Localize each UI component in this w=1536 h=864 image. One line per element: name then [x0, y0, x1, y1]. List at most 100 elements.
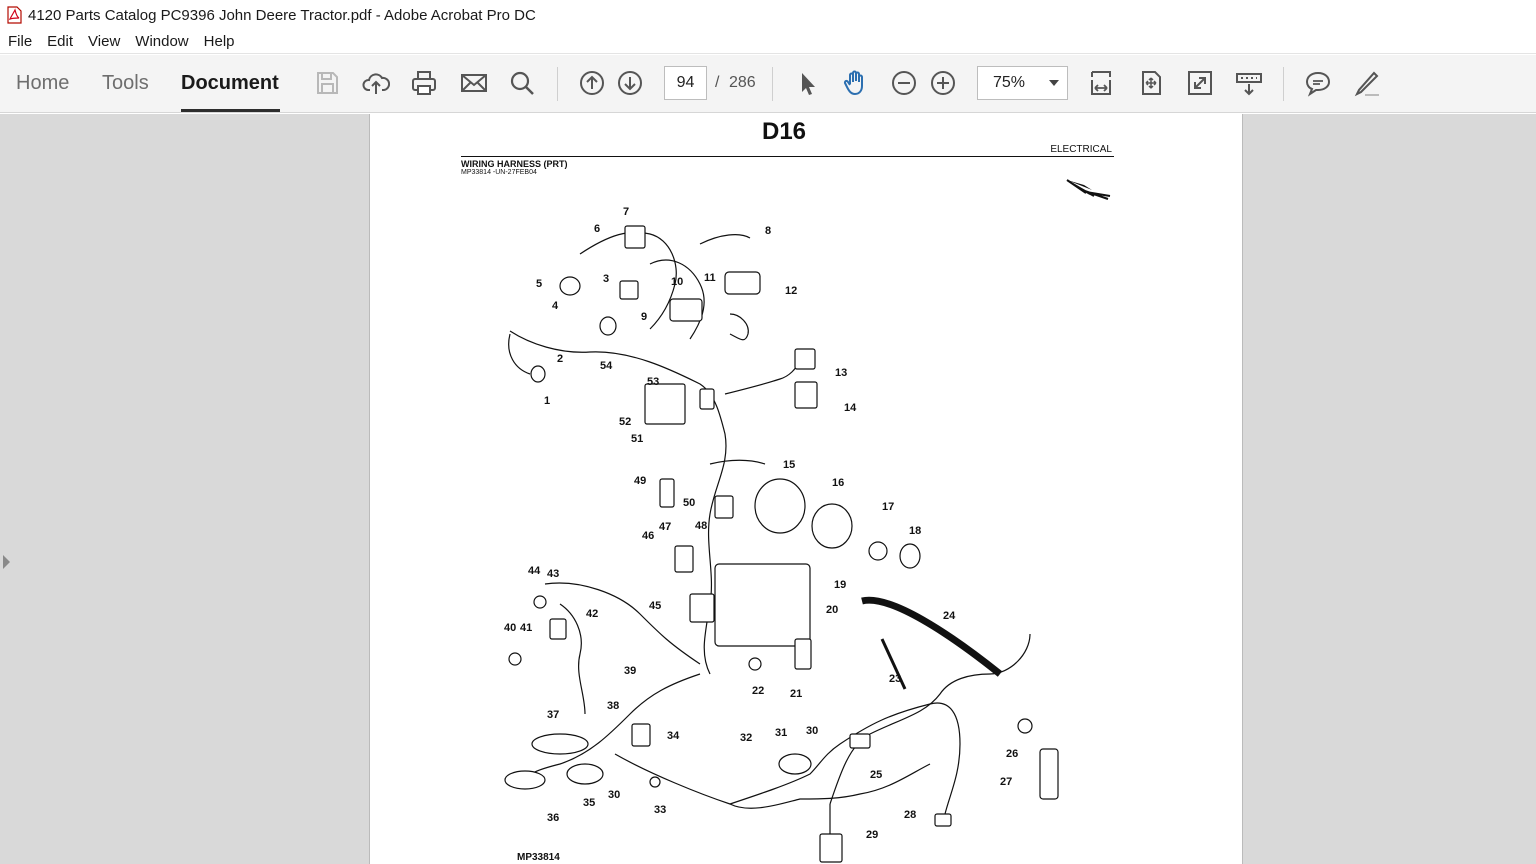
read-mode-icon[interactable]	[1231, 65, 1267, 101]
callout-label: 13	[835, 367, 847, 379]
wiring-harness-diagram: 1 2 3 4 5 6 7 8 9 10 11 12 13 14 15 16 1…	[504, 179, 1111, 863]
callout-label: 30	[806, 725, 818, 737]
callout-label: 39	[624, 665, 636, 677]
active-tab-indicator	[181, 109, 280, 112]
callout-label: 48	[695, 520, 707, 532]
zoom-select[interactable]: 75%	[977, 66, 1068, 100]
callout-label: 42	[586, 608, 598, 620]
callout-label: 2	[557, 353, 563, 365]
search-icon[interactable]	[504, 65, 540, 101]
callout-label: 37	[547, 709, 559, 721]
menu-file[interactable]: File	[8, 33, 32, 50]
harness-wires	[508, 231, 1031, 849]
print-icon[interactable]	[406, 65, 442, 101]
toolbar: Home Tools Document 94 / 286 75%	[0, 55, 1536, 113]
menu-help[interactable]: Help	[204, 33, 235, 50]
zoom-value: 75%	[993, 74, 1026, 91]
menu-window[interactable]: Window	[135, 33, 188, 50]
fit-width-icon[interactable]	[1083, 65, 1119, 101]
callout-label: 21	[790, 688, 802, 700]
sign-pen-icon[interactable]	[1349, 65, 1385, 101]
page-number-input[interactable]: 94	[664, 66, 707, 100]
callout-label: 8	[765, 225, 771, 237]
window-title: 4120 Parts Catalog PC9396 John Deere Tra…	[28, 6, 536, 24]
callout-label: 1	[544, 395, 550, 407]
zoom-out-icon[interactable]	[886, 65, 922, 101]
callout-label: 19	[834, 579, 846, 591]
hand-tool-icon[interactable]	[838, 65, 874, 101]
figure-code: MP33814	[517, 852, 560, 863]
toolbar-separator	[1283, 67, 1284, 101]
tab-home[interactable]: Home	[16, 72, 69, 95]
harness-components	[504, 225, 1059, 863]
callout-label: 49	[634, 475, 646, 487]
zoom-in-icon[interactable]	[925, 65, 961, 101]
callout-label: 40	[504, 622, 516, 634]
callout-label: 54	[600, 360, 613, 372]
callout-label: 14	[844, 402, 857, 414]
previous-page-icon[interactable]	[574, 65, 610, 101]
callout-label: 5	[536, 278, 542, 290]
callout-label: 10	[671, 276, 683, 288]
menu-view[interactable]: View	[88, 33, 120, 50]
title-bar: 4120 Parts Catalog PC9396 John Deere Tra…	[0, 0, 1536, 30]
callout-label: 18	[909, 525, 921, 537]
callout-label: 20	[826, 604, 838, 616]
callout-label: 32	[740, 732, 752, 744]
callout-label: 46	[642, 530, 654, 542]
callout-label: 3	[603, 273, 609, 285]
tab-document[interactable]: Document	[181, 72, 279, 95]
callout-label: 33	[654, 804, 666, 816]
callout-label: 47	[659, 521, 671, 533]
full-screen-icon[interactable]	[1182, 65, 1218, 101]
callout-label: 27	[1000, 776, 1012, 788]
page-total: 286	[729, 74, 756, 91]
callout-label: 36	[547, 812, 559, 824]
callout-label: 28	[904, 809, 916, 821]
callout-label: 11	[704, 272, 716, 284]
callout-label: 50	[683, 497, 695, 509]
callout-label: 15	[783, 459, 795, 471]
callout-label: 17	[882, 501, 894, 513]
callout-label: 9	[641, 311, 647, 323]
tab-tools[interactable]: Tools	[102, 72, 149, 95]
callout-label: 16	[832, 477, 844, 489]
callout-label: 52	[619, 416, 631, 428]
document-workspace: D16 ELECTRICAL WIRING HARNESS (PRT) MP33…	[0, 114, 1536, 864]
callout-label: 35	[583, 797, 595, 809]
callout-label: 23	[889, 673, 901, 685]
callout-label: 31	[775, 727, 787, 739]
callout-label: 4	[552, 300, 559, 312]
callout-label: 25	[870, 769, 882, 781]
pdf-file-icon	[6, 6, 22, 24]
callout-label: 22	[752, 685, 764, 697]
email-icon[interactable]	[456, 65, 492, 101]
callout-label: 45	[649, 600, 661, 612]
direction-arrow-icon	[1066, 179, 1111, 200]
callout-label: 38	[607, 700, 619, 712]
callout-label: 29	[866, 829, 878, 841]
pdf-page[interactable]: D16 ELECTRICAL WIRING HARNESS (PRT) MP33…	[369, 114, 1243, 864]
menu-bar: File Edit View Window Help	[0, 30, 1536, 54]
next-page-icon[interactable]	[612, 65, 648, 101]
fit-page-icon[interactable]	[1133, 65, 1169, 101]
callout-label: 26	[1006, 748, 1018, 760]
chevron-down-icon	[1049, 80, 1059, 86]
page-separator: /	[715, 74, 720, 91]
callout-label: 53	[647, 376, 659, 388]
callout-label: 51	[631, 433, 643, 445]
callout-label: 6	[594, 223, 600, 235]
callout-label: 30	[608, 789, 620, 801]
cloud-upload-icon[interactable]	[358, 65, 394, 101]
toolbar-separator	[772, 67, 773, 101]
comment-icon[interactable]	[1300, 65, 1336, 101]
callout-label: 12	[785, 285, 797, 297]
expand-panel-icon[interactable]	[3, 555, 10, 569]
toolbar-separator	[557, 67, 558, 101]
menu-edit[interactable]: Edit	[47, 33, 73, 50]
callout-label: 43	[547, 568, 559, 580]
callout-label: 24	[943, 610, 956, 622]
select-arrow-icon[interactable]	[789, 65, 825, 101]
save-icon[interactable]	[309, 65, 345, 101]
callout-label: 41	[520, 622, 532, 634]
